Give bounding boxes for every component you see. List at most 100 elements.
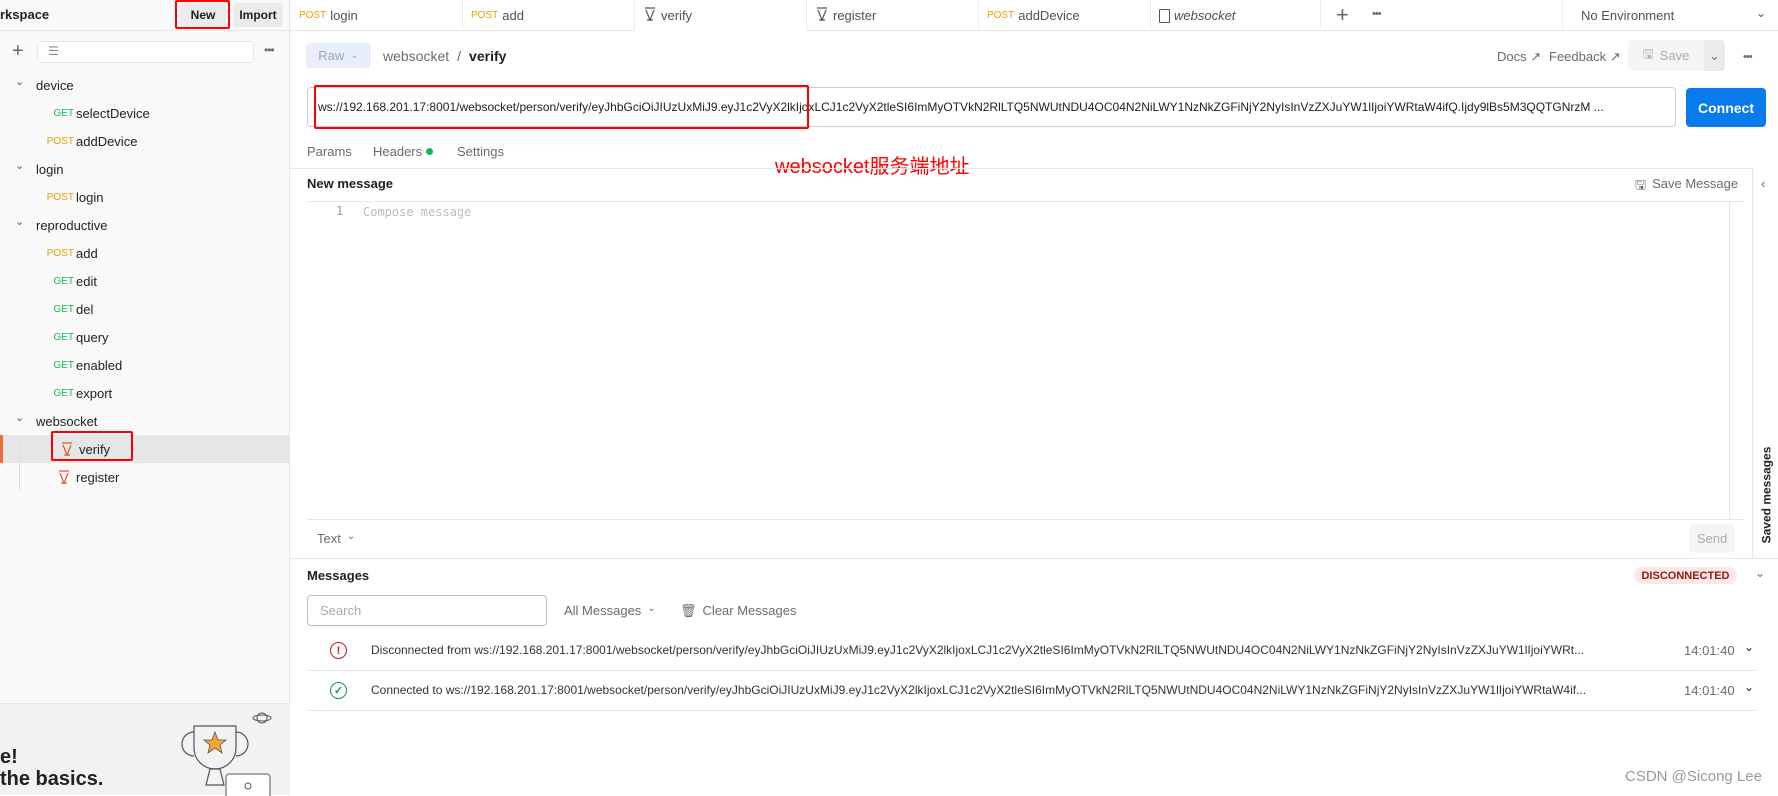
sidebar-item[interactable]: GET enabled (0, 351, 290, 379)
save-button[interactable]: 🖫 Save (1628, 40, 1704, 71)
clear-messages-button[interactable]: 🗑 Clear Messages (680, 603, 796, 619)
onboarding-banner[interactable]: e! the basics. (0, 703, 290, 796)
chevron-down-icon: ⌄ (350, 50, 359, 61)
tab-headers[interactable]: Headers (373, 144, 422, 159)
annotation-text: websocket服务端地址 (775, 156, 970, 178)
more-icon[interactable]: ••• (1743, 51, 1753, 63)
save-message-label: Save Message (1652, 176, 1739, 191)
highlight-box (51, 431, 133, 461)
message-text: Disconnected from ws://192.168.201.17:80… (371, 643, 1585, 657)
tab-verify[interactable]: verify (635, 0, 807, 31)
chevron-down-icon: ⌄ (647, 603, 656, 614)
sidebar-item[interactable]: GET query (0, 323, 290, 351)
sidebar-item[interactable]: GET selectDevice (0, 99, 290, 127)
saved-messages-toggle[interactable]: Saved messages (1755, 440, 1777, 550)
watermark: CSDN @Sicong Lee (1625, 768, 1762, 785)
sidebar-item[interactable]: verify (0, 435, 290, 463)
save-label: Save (1659, 48, 1690, 63)
docs-link[interactable]: Docs ↗ (1497, 49, 1541, 65)
save-options-button[interactable]: ⌄ (1704, 40, 1725, 71)
chevron-down-icon: ⌄ (15, 160, 25, 172)
tab-add[interactable]: POST add (463, 0, 635, 31)
sidebar-folder[interactable]: ⌄ login (0, 155, 290, 183)
method-badge: POST (46, 135, 74, 147)
chevron-down-icon[interactable]: ⌄ (1744, 640, 1754, 654)
message-editor[interactable]: Compose message (363, 205, 471, 219)
sidebar-item[interactable]: POST add (0, 239, 290, 267)
websocket-icon (815, 6, 829, 25)
environment-select[interactable]: No Environment ⌄ (1562, 0, 1778, 31)
breadcrumb-parent[interactable]: websocket (383, 48, 449, 64)
item-label: query (76, 329, 109, 345)
tab-websocket[interactable]: websocket (1151, 0, 1321, 31)
editor-scrollbar[interactable] (1729, 201, 1730, 519)
messages-filter-select[interactable]: All Messages ⌄ (564, 603, 656, 618)
method-badge: GET (53, 387, 74, 399)
trash-icon: 🗑 (680, 603, 697, 618)
plus-icon[interactable]: + (12, 40, 24, 63)
message-row[interactable]: ! Disconnected from ws://192.168.201.17:… (307, 631, 1757, 671)
method-badge: POST (46, 247, 74, 259)
collection-icon (1159, 8, 1170, 23)
feedback-link[interactable]: Feedback ↗ (1549, 49, 1621, 65)
format-label: Text (317, 531, 341, 546)
sidebar: rkspace New Import + ☰ ••• ⌄ device GET sel… (0, 0, 290, 796)
chevron-left-icon[interactable]: ‹ (1761, 176, 1765, 191)
more-icon[interactable]: ••• (264, 43, 275, 57)
sidebar-folder[interactable]: ⌄ device (0, 71, 290, 99)
save-icon: 🖫 (1642, 45, 1654, 61)
item-label: export (76, 385, 113, 401)
tab-addDevice[interactable]: POST addDevice (979, 0, 1151, 31)
sidebar-folder[interactable]: ⌄ websocket (0, 407, 290, 435)
item-label: selectDevice (76, 105, 150, 121)
search-placeholder: Search (320, 603, 362, 618)
sidebar-item[interactable]: GET edit (0, 267, 290, 295)
mode-select[interactable]: Raw ⌄ (306, 43, 371, 68)
save-message-button[interactable]: 🖫 Save Message (1635, 176, 1738, 198)
chevron-down-icon: ⌄ (1755, 6, 1766, 20)
import-button[interactable]: Import (233, 3, 283, 27)
send-button[interactable]: Send (1689, 524, 1735, 553)
new-tab-icon[interactable]: + (1336, 2, 1349, 28)
tab-settings[interactable]: Settings (457, 144, 504, 159)
sidebar-item[interactable]: POST login (0, 183, 290, 211)
filter-input[interactable]: ☰ (37, 41, 254, 63)
messages-search-input[interactable]: Search (307, 595, 547, 626)
tab-register[interactable]: register (807, 0, 979, 31)
highlight-box (175, 0, 230, 29)
tab-login[interactable]: POST login (291, 0, 463, 31)
tree-guide (19, 437, 20, 490)
more-tabs-icon[interactable]: ••• (1372, 8, 1382, 20)
saved-messages-label: Saved messages (1759, 446, 1774, 544)
method-badge: POST (471, 10, 499, 21)
filter-label: All Messages (564, 603, 642, 618)
item-label: enabled (76, 357, 123, 373)
folder-label: login (36, 161, 64, 177)
trophy-illustration (181, 712, 272, 796)
chevron-down-icon: ⌄ (15, 412, 25, 424)
divider (307, 201, 1744, 202)
check-circle-icon: ✓ (330, 682, 347, 699)
breadcrumb-current[interactable]: verify (469, 48, 506, 64)
message-row[interactable]: ✓ Connected to ws://192.168.201.17:8001/… (307, 671, 1757, 711)
clear-messages-label: Clear Messages (702, 603, 797, 618)
chevron-down-icon: ⌄ (15, 76, 25, 88)
sidebar-item[interactable]: POST addDevice (0, 127, 290, 155)
sidebar-item[interactable]: GET del (0, 295, 290, 323)
chevron-down-icon[interactable]: ⌄ (1744, 680, 1754, 694)
chevron-down-icon[interactable]: ⌄ (1755, 566, 1765, 580)
filter-icon: ☰ (48, 44, 59, 58)
method-badge: GET (53, 275, 74, 287)
method-badge: POST (299, 10, 327, 21)
method-badge: GET (53, 359, 74, 371)
connect-button[interactable]: Connect (1686, 88, 1766, 127)
sidebar-item[interactable]: register (0, 463, 290, 491)
environment-label: No Environment (1581, 8, 1675, 23)
sidebar-folder[interactable]: ⌄ reproductive (0, 211, 290, 239)
folder-label: device (36, 77, 74, 93)
tab-label: verify (661, 7, 693, 23)
format-select[interactable]: Text ⌄ (317, 531, 355, 546)
sidebar-item[interactable]: GET export (0, 379, 290, 407)
tab-params[interactable]: Params (307, 144, 352, 159)
tab-label: login (330, 8, 358, 23)
